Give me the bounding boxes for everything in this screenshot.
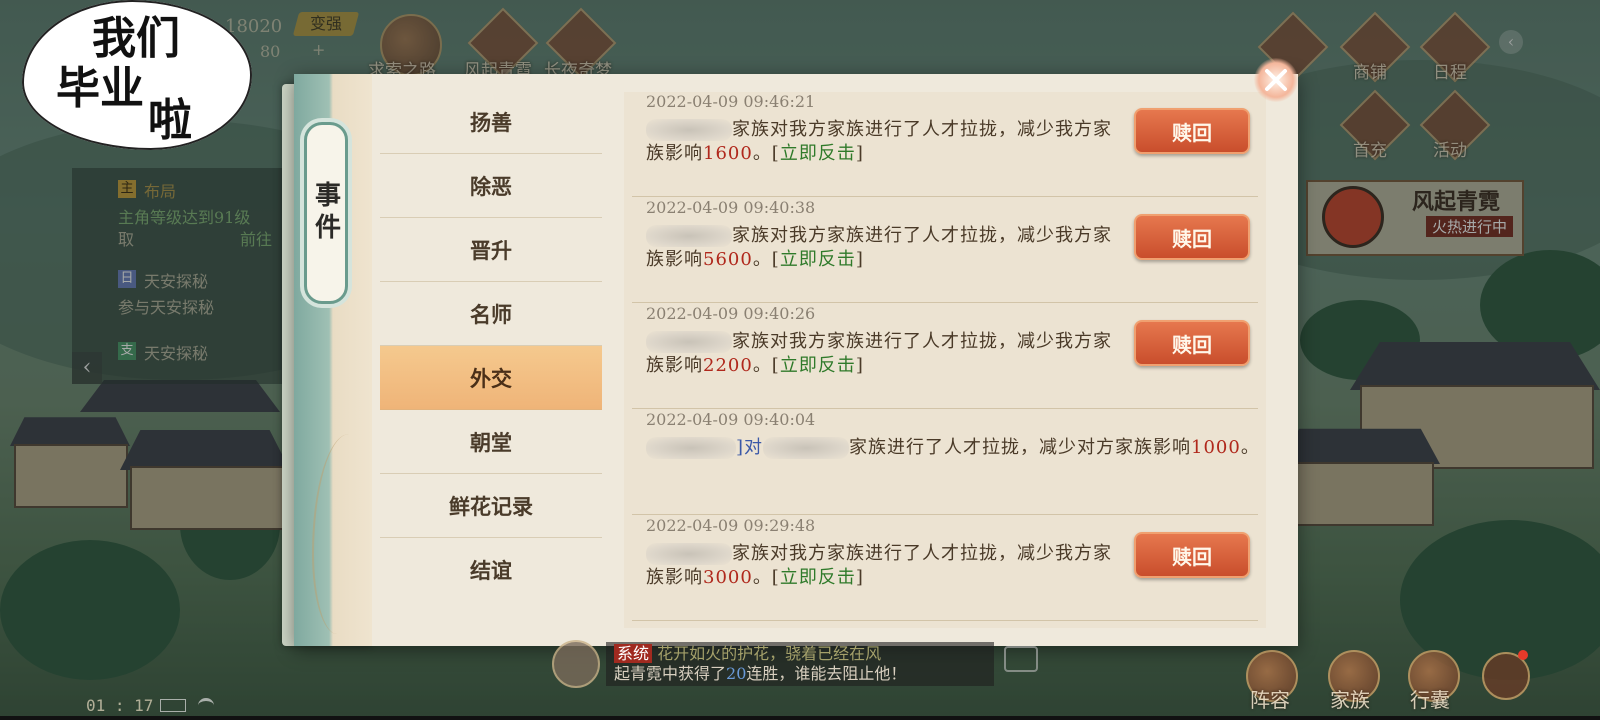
event-message: 家族对我方家族进行了人才拉拢，减少我方家族影响3000。[立即反击] (646, 542, 1112, 590)
event-text-c: ] (855, 249, 864, 270)
event-entry: 2022-04-09 09:40:38 家族对我方家族进行了人才拉拢，减少我方家… (632, 198, 1258, 303)
event-message: 家族对我方家族进行了人才拉拢，减少我方家族影响5600。[立即反击] (646, 224, 1112, 272)
counterattack-link[interactable]: 立即反击 (780, 249, 856, 270)
menu-item-jieyi[interactable]: 结谊 (380, 538, 602, 601)
event-text-b: 。[ (752, 567, 780, 588)
event-text-b: 。[ (752, 249, 780, 270)
event-text-b: 。[ (752, 143, 780, 164)
menu-item-chue[interactable]: 除恶 (380, 154, 602, 218)
menu-item-label: 结谊 (470, 557, 512, 583)
chat-count: 20 (726, 664, 747, 683)
menu-item-chaotang[interactable]: 朝堂 (380, 410, 602, 474)
event-text-b: 。[ (752, 355, 780, 376)
event-text-pre: ]对 (736, 437, 764, 458)
menu-item-waijiao[interactable]: 外交 (380, 346, 602, 410)
menu-item-label: 鲜花记录 (449, 493, 533, 519)
ransom-button[interactable]: 赎回 (1134, 320, 1250, 366)
event-timestamp: 2022-04-09 09:40:04 (646, 410, 816, 429)
event-text-b: 。 (1240, 437, 1260, 458)
event-timestamp: 2022-04-09 09:40:38 (646, 198, 816, 217)
counterattack-link[interactable]: 立即反击 (780, 143, 856, 164)
menu-item-mingshi[interactable]: 名师 (380, 282, 602, 346)
chat-avatar[interactable] (552, 640, 600, 688)
family-event-dialog: 事件 扬善 除恶 晋升 名师 外交 朝堂 鲜花记录 结谊 2022-04-09 … (282, 58, 1306, 646)
wifi-icon (198, 698, 214, 713)
event-list[interactable]: 2022-04-09 09:46:21 家族对我方家族进行了人才拉拢，减少我方家… (624, 92, 1266, 628)
event-entry: 2022-04-09 09:40:04 ]对 家族进行了人才拉拢，减少对方家族影响… (632, 410, 1259, 515)
event-text-c: ] (855, 143, 864, 164)
chat-line-2b: 连胜，谁能去阻止他！ (746, 664, 907, 683)
menu-item-label: 名师 (470, 301, 512, 327)
dialog-title: 事件 (310, 181, 341, 245)
chat-line-2a: 起青霓中获得了 (614, 664, 727, 683)
event-text: 家族进行了人才拉拢，减少对方家族影响 (849, 437, 1192, 458)
event-message: 家族对我方家族进行了人才拉拢，减少我方家族影响1600。[立即反击] (646, 118, 1112, 166)
menu-item-label: 扬善 (470, 109, 512, 135)
counterattack-link[interactable]: 立即反击 (780, 355, 856, 376)
bottom-icon-label-2: 行囊 (1410, 688, 1450, 712)
event-category-menu: 扬善 除恶 晋升 名师 外交 朝堂 鲜花记录 结谊 (380, 90, 602, 601)
clock: 01 : 17 (86, 696, 154, 715)
influence-value: 1600 (703, 143, 753, 164)
menu-item-label: 朝堂 (470, 429, 512, 455)
event-message: ]对 家族进行了人才拉拢，减少对方家族影响1000。 (646, 436, 1266, 460)
chat-tag: 系统 (614, 644, 653, 663)
blurred-family-name (763, 437, 850, 459)
graduation-sticker: 我们 毕业 啦 (22, 0, 252, 150)
counterattack-link[interactable]: 立即反击 (780, 567, 856, 588)
ransom-button[interactable]: 赎回 (1134, 214, 1250, 260)
influence-value: 1000 (1191, 437, 1241, 458)
blurred-player-name (646, 437, 736, 459)
close-button[interactable] (1254, 58, 1298, 102)
influence-value: 2200 (703, 355, 753, 376)
event-message: 家族对我方家族进行了人才拉拢，减少我方家族影响2200。[立即反击] (646, 330, 1112, 378)
influence-value: 5600 (703, 249, 753, 270)
event-timestamp: 2022-04-09 09:46:21 (646, 92, 816, 111)
ransom-button[interactable]: 赎回 (1134, 108, 1250, 154)
system-chat[interactable]: 系统 花开如火的护花，骁着已经在风 起青霓中获得了20连胜，谁能去阻止他！ (606, 642, 994, 686)
bottom-icon-label-0: 阵容 (1250, 688, 1290, 712)
menu-item-jinsheng[interactable]: 晋升 (380, 218, 602, 282)
event-text-c: ] (855, 355, 864, 376)
menu-item-label: 晋升 (470, 237, 512, 263)
sticker-line-3: 啦 (148, 95, 192, 146)
sticker-line-2: 毕业 (56, 63, 144, 114)
close-icon (1265, 69, 1287, 91)
menu-item-yangshan[interactable]: 扬善 (380, 90, 602, 154)
blurred-family-name (646, 543, 732, 565)
chat-line-1: 花开如火的护花，骁着已经在风 (657, 644, 882, 663)
menu-item-label: 外交 (470, 365, 512, 391)
event-text-c: ] (855, 567, 864, 588)
battery-icon (160, 699, 186, 712)
menu-item-label: 除恶 (470, 173, 512, 199)
bottom-icon-label-1: 家族 (1330, 688, 1370, 712)
blurred-family-name (646, 331, 732, 353)
event-timestamp: 2022-04-09 09:29:48 (646, 516, 816, 535)
blurred-family-name (646, 225, 732, 247)
notification-dot (1518, 650, 1528, 660)
event-timestamp: 2022-04-09 09:40:26 (646, 304, 816, 323)
event-entry: 2022-04-09 09:40:26 家族对我方家族进行了人才拉拢，减少我方家… (632, 304, 1258, 409)
event-entry: 2022-04-09 09:46:21 家族对我方家族进行了人才拉拢，减少我方家… (632, 92, 1258, 197)
influence-value: 3000 (703, 567, 753, 588)
menu-item-xianhua[interactable]: 鲜花记录 (380, 474, 602, 538)
event-entry: 2022-04-09 09:29:48 家族对我方家族进行了人才拉拢，减少我方家… (632, 516, 1258, 621)
ransom-button[interactable]: 赎回 (1134, 532, 1250, 578)
bottom-edge (0, 716, 1600, 720)
camera-icon[interactable] (1004, 646, 1038, 672)
blurred-family-name (646, 119, 732, 141)
dialog-title-tag: 事件 (304, 122, 348, 304)
